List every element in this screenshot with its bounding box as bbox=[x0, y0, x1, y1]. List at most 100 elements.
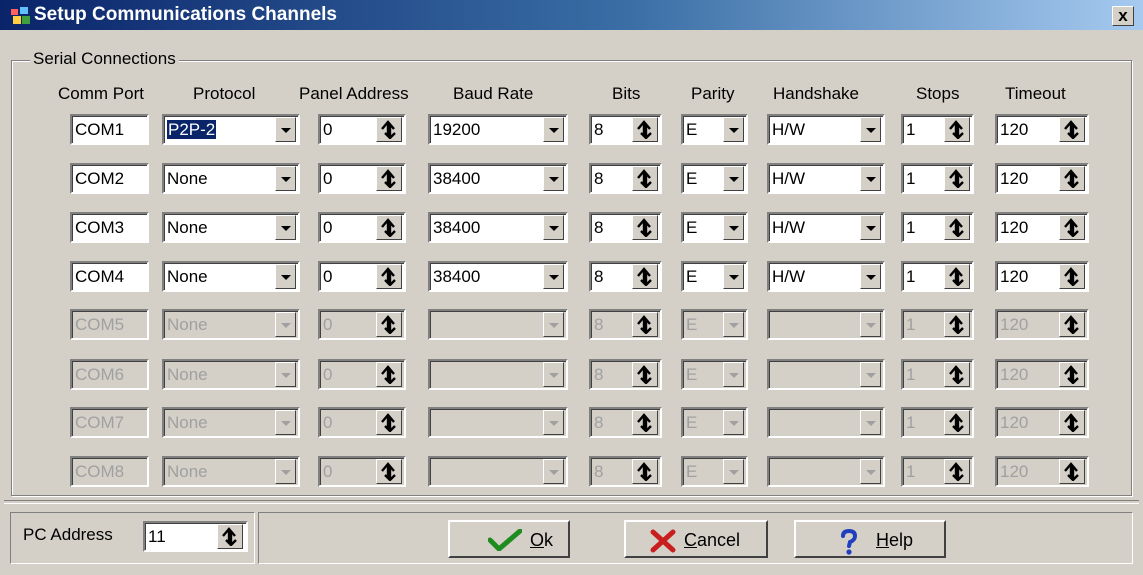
panel-address-field-spinner[interactable] bbox=[376, 459, 402, 484]
bits-field-spinner[interactable] bbox=[632, 264, 658, 289]
handshake-select-dropdown-button[interactable] bbox=[860, 312, 881, 337]
baud-rate-select-dropdown-button[interactable] bbox=[543, 410, 564, 435]
panel-address-field-spinner[interactable] bbox=[376, 117, 402, 142]
stops-field-spinner[interactable] bbox=[944, 117, 970, 142]
parity-select-dropdown-button[interactable] bbox=[723, 459, 744, 484]
bits-field-value: 8 bbox=[594, 462, 604, 481]
handshake-select-dropdown-button[interactable] bbox=[860, 459, 881, 484]
comm-port-field[interactable]: COM3 bbox=[70, 212, 149, 243]
bits-field-spinner[interactable] bbox=[632, 166, 658, 191]
comm-port-field[interactable]: COM1 bbox=[70, 114, 149, 145]
column-header: Timeout bbox=[1005, 84, 1066, 103]
parity-select-dropdown-button[interactable] bbox=[723, 312, 744, 337]
timeout-field-value: 120 bbox=[1000, 413, 1029, 432]
handshake-select-dropdown-button[interactable] bbox=[860, 410, 881, 435]
timeout-field-spinner[interactable] bbox=[1059, 264, 1085, 289]
stops-field-value: 1 bbox=[906, 315, 916, 334]
timeout-field-spinner[interactable] bbox=[1059, 410, 1085, 435]
protocol-select-dropdown-button[interactable] bbox=[275, 215, 296, 240]
timeout-field-spinner[interactable] bbox=[1059, 459, 1085, 484]
protocol-select-value: None bbox=[167, 267, 208, 286]
bits-field-spinner[interactable] bbox=[632, 459, 658, 484]
column-header: Handshake bbox=[773, 84, 860, 103]
panel-address-field-spinner[interactable] bbox=[376, 410, 402, 435]
spinner-icon bbox=[1064, 462, 1079, 481]
stops-field-spinner[interactable] bbox=[944, 410, 970, 435]
baud-rate-select-dropdown-button[interactable] bbox=[543, 459, 564, 484]
protocol-select-dropdown-button[interactable] bbox=[275, 362, 296, 387]
bits-field-spinner[interactable] bbox=[632, 362, 658, 387]
handshake-select-dropdown-button[interactable] bbox=[860, 264, 881, 289]
pc-address-spinner[interactable] bbox=[217, 524, 243, 549]
parity-select-value: E bbox=[686, 365, 698, 384]
parity-select-dropdown-button[interactable] bbox=[723, 215, 744, 240]
parity-select-dropdown-button[interactable] bbox=[723, 166, 744, 191]
timeout-field-spinner[interactable] bbox=[1059, 215, 1085, 240]
stops-field-spinner[interactable] bbox=[944, 312, 970, 337]
protocol-select-dropdown-button[interactable] bbox=[275, 264, 296, 289]
baud-rate-select-dropdown-button[interactable] bbox=[543, 312, 564, 337]
panel-address-field-spinner[interactable] bbox=[376, 362, 402, 387]
title-bar[interactable]: Setup Communications Channels x bbox=[0, 0, 1143, 30]
timeout-field-spinner[interactable] bbox=[1059, 362, 1085, 387]
panel-address-field-spinner[interactable] bbox=[376, 215, 402, 240]
stops-field-spinner[interactable] bbox=[944, 166, 970, 191]
baud-rate-select-dropdown-button[interactable] bbox=[543, 362, 564, 387]
bits-field-spinner[interactable] bbox=[632, 410, 658, 435]
parity-select-dropdown-button[interactable] bbox=[723, 410, 744, 435]
timeout-field-spinner[interactable] bbox=[1059, 312, 1085, 337]
comm-port-field-value: COM7 bbox=[75, 413, 125, 432]
protocol-select-dropdown-button[interactable] bbox=[275, 410, 296, 435]
comm-port-field[interactable]: COM7 bbox=[70, 407, 149, 438]
protocol-select-dropdown-button[interactable] bbox=[275, 459, 296, 484]
bits-field-spinner[interactable] bbox=[632, 312, 658, 337]
help-button[interactable]: Help bbox=[794, 520, 946, 558]
handshake-select-dropdown-button[interactable] bbox=[860, 117, 881, 142]
bits-field-spinner[interactable] bbox=[632, 215, 658, 240]
comm-port-field[interactable]: COM5 bbox=[70, 309, 149, 340]
stops-field-spinner[interactable] bbox=[944, 459, 970, 484]
panel-address-field-spinner[interactable] bbox=[376, 264, 402, 289]
comm-port-field[interactable]: COM2 bbox=[70, 163, 149, 194]
panel-address-field-spinner[interactable] bbox=[376, 166, 402, 191]
parity-select-dropdown-button[interactable] bbox=[723, 117, 744, 142]
comm-port-field-value: COM3 bbox=[75, 218, 125, 237]
parity-select-dropdown-button[interactable] bbox=[723, 264, 744, 289]
stops-field-spinner[interactable] bbox=[944, 264, 970, 289]
protocol-select-dropdown-button[interactable] bbox=[275, 117, 296, 142]
bits-field-spinner[interactable] bbox=[632, 117, 658, 142]
handshake-select-dropdown-button[interactable] bbox=[860, 215, 881, 240]
baud-rate-select-dropdown-button[interactable] bbox=[543, 166, 564, 191]
cancel-button[interactable]: Cancel bbox=[624, 520, 768, 558]
panel-address-field-spinner[interactable] bbox=[376, 312, 402, 337]
spinner-icon bbox=[381, 169, 396, 188]
baud-rate-select-dropdown-button[interactable] bbox=[543, 215, 564, 240]
timeout-field-spinner[interactable] bbox=[1059, 117, 1085, 142]
baud-rate-select-dropdown-button[interactable] bbox=[543, 117, 564, 142]
handshake-select-dropdown-button[interactable] bbox=[860, 166, 881, 191]
comm-port-field-value: COM4 bbox=[75, 267, 125, 286]
baud-rate-select-dropdown-button[interactable] bbox=[543, 264, 564, 289]
panel-address-field-value: 0 bbox=[323, 315, 333, 334]
comm-port-field[interactable]: COM6 bbox=[70, 359, 149, 390]
stops-field-spinner[interactable] bbox=[944, 362, 970, 387]
protocol-select-dropdown-button[interactable] bbox=[275, 166, 296, 191]
stops-field-spinner[interactable] bbox=[944, 215, 970, 240]
handshake-select-dropdown-button[interactable] bbox=[860, 362, 881, 387]
comm-port-field[interactable]: COM4 bbox=[70, 261, 149, 292]
timeout-field-spinner[interactable] bbox=[1059, 166, 1085, 191]
parity-select-dropdown-button[interactable] bbox=[723, 362, 744, 387]
comm-port-field[interactable]: COM8 bbox=[70, 456, 149, 487]
protocol-select-dropdown-button[interactable] bbox=[275, 312, 296, 337]
parity-select-value: E bbox=[686, 120, 698, 139]
spinner-icon bbox=[637, 462, 652, 481]
ok-button[interactable]: Ok bbox=[448, 520, 570, 558]
close-button[interactable]: x bbox=[1112, 6, 1134, 26]
spinner-icon bbox=[637, 315, 652, 334]
stops-field-value: 1 bbox=[906, 267, 916, 286]
stops-field-value: 1 bbox=[906, 120, 916, 139]
column-header: Protocol bbox=[193, 84, 256, 103]
protocol-select-value: None bbox=[167, 169, 208, 188]
protocol-select-value: None bbox=[167, 413, 208, 432]
stops-field-value: 1 bbox=[906, 365, 916, 384]
